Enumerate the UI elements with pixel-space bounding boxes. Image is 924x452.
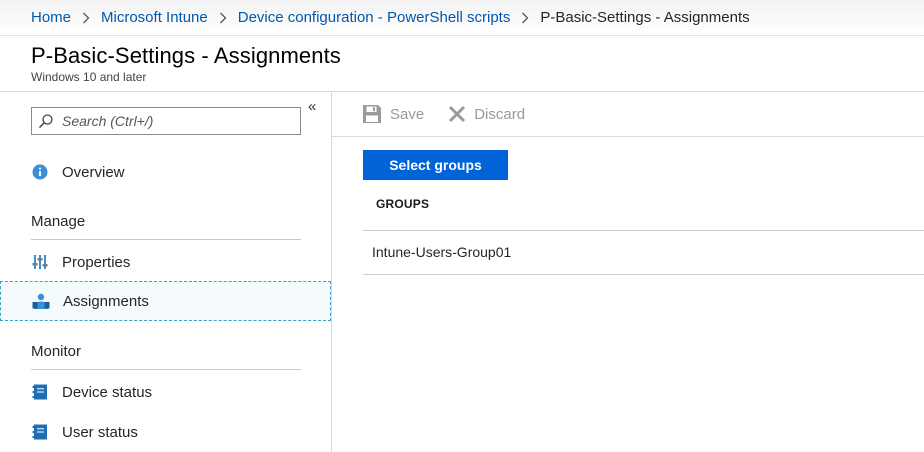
report-book-icon xyxy=(31,423,49,441)
select-groups-button[interactable]: Select groups xyxy=(363,150,508,180)
command-bar: Save Discard xyxy=(332,92,924,137)
assignments-users-icon xyxy=(32,292,50,310)
page-title: P-Basic-Settings - Assignments xyxy=(31,43,341,68)
properties-sliders-icon xyxy=(31,253,49,271)
sidebar-item-device-status[interactable]: Device status xyxy=(0,372,331,412)
sidebar-item-assignments[interactable]: Assignments xyxy=(0,281,331,321)
groups-column-header: GROUPS xyxy=(376,197,430,211)
close-icon xyxy=(448,105,466,123)
table-row[interactable]: Intune-Users-Group01 xyxy=(372,244,511,260)
left-menu: « Overview Manage Properties xyxy=(0,92,332,452)
breadcrumb-powershell-scripts[interactable]: Device configuration - PowerShell script… xyxy=(238,9,511,26)
discard-button[interactable]: Discard xyxy=(448,105,525,123)
save-icon xyxy=(362,104,382,124)
section-header-manage: Manage xyxy=(31,213,301,240)
breadcrumb-intune[interactable]: Microsoft Intune xyxy=(101,9,208,26)
chevron-right-icon xyxy=(82,12,90,24)
sidebar-item-label: Overview xyxy=(62,163,125,181)
breadcrumb-home[interactable]: Home xyxy=(31,9,71,26)
info-icon xyxy=(31,163,49,181)
search-icon xyxy=(38,113,54,129)
section-header-monitor: Monitor xyxy=(31,343,301,370)
breadcrumb-current: P-Basic-Settings - Assignments xyxy=(540,9,750,26)
search-input[interactable] xyxy=(62,113,282,129)
collapse-menu-icon[interactable]: « xyxy=(308,98,316,115)
breadcrumb: Home Microsoft Intune Device configurati… xyxy=(0,0,924,36)
sidebar-item-label: Device status xyxy=(62,383,153,401)
page-subtitle: Windows 10 and later xyxy=(31,70,147,84)
sidebar-item-label: User status xyxy=(62,423,138,441)
sidebar-item-properties[interactable]: Properties xyxy=(0,242,331,282)
sidebar-item-label: Properties xyxy=(62,253,131,271)
menu-search-box[interactable] xyxy=(31,107,301,135)
save-label: Save xyxy=(390,105,425,123)
chevron-right-icon xyxy=(521,12,529,24)
table-header-divider xyxy=(363,230,924,231)
discard-label: Discard xyxy=(474,105,526,123)
sidebar-item-overview[interactable]: Overview xyxy=(0,152,331,192)
save-button[interactable]: Save xyxy=(362,104,424,124)
report-book-icon xyxy=(31,383,49,401)
table-row-divider xyxy=(363,274,924,275)
sidebar-item-user-status[interactable]: User status xyxy=(0,412,331,452)
blade-header: P-Basic-Settings - Assignments Windows 1… xyxy=(0,36,924,92)
chevron-right-icon xyxy=(219,12,227,24)
sidebar-item-label: Assignments xyxy=(63,292,149,310)
